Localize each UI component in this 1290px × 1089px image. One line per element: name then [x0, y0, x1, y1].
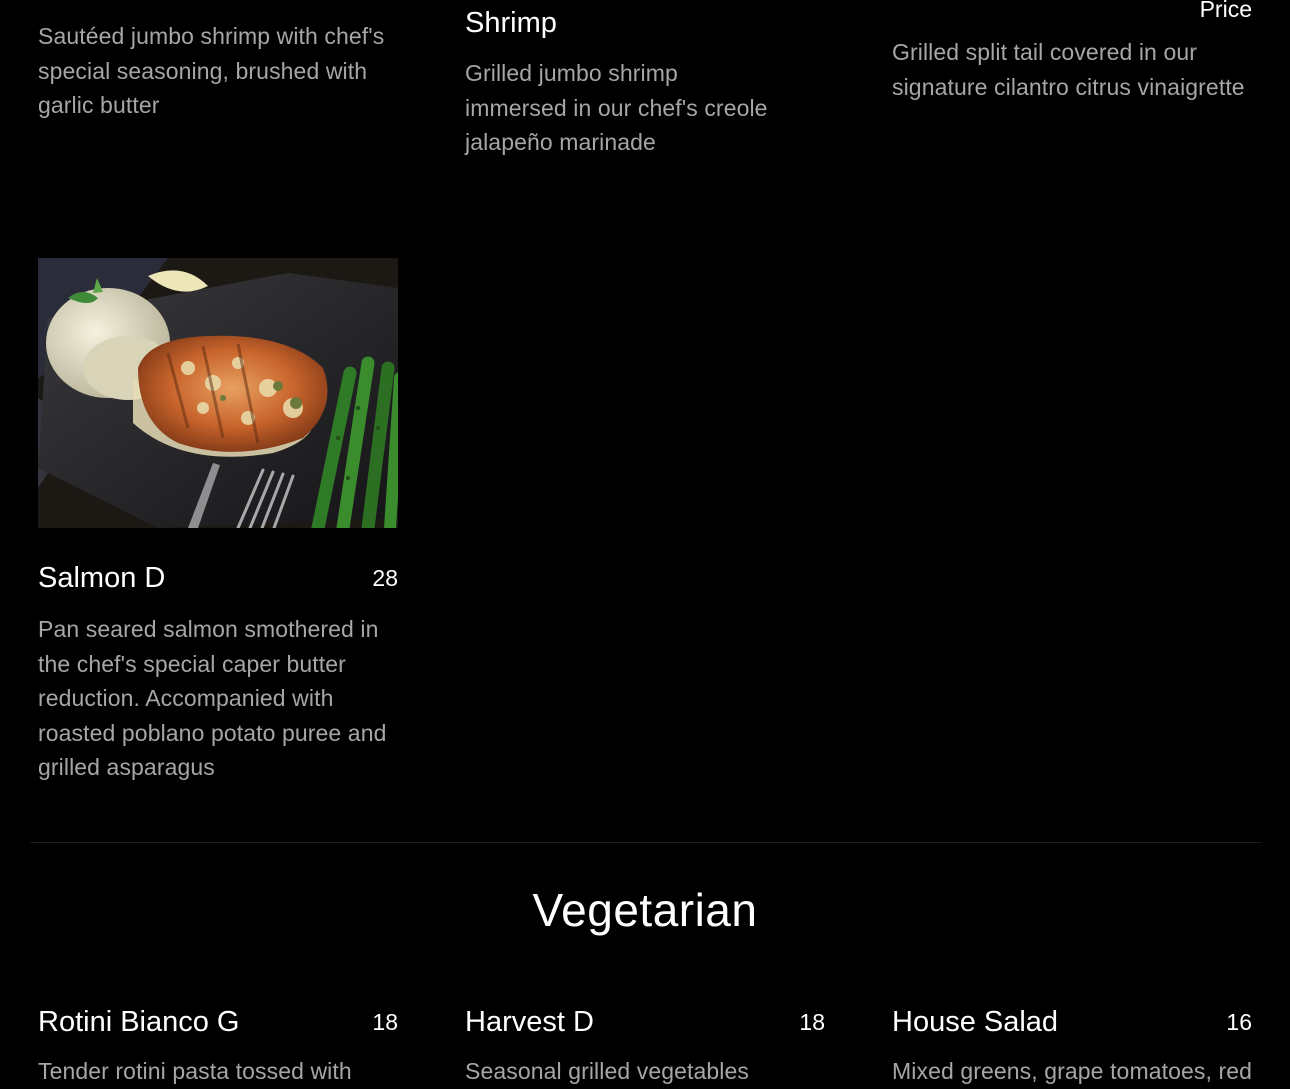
item-description: Mixed greens, grape tomatoes, red — [892, 1058, 1252, 1084]
item-description: Tender rotini pasta tossed with — [38, 1058, 352, 1084]
salmon-plate-illustration — [38, 258, 398, 528]
item-price: 16 — [1226, 1009, 1252, 1035]
salmon-dish-photo — [38, 258, 398, 528]
item-description: Pan seared salmon smothered in the chef'… — [38, 616, 387, 780]
item-price: Price — [1199, 0, 1252, 22]
section-title: Vegetarian — [532, 884, 758, 936]
item-name: House Salad — [892, 1006, 1059, 1038]
item-name: Salmon D — [38, 562, 166, 594]
item-description: Grilled jumbo shrimp immersed in our che… — [465, 60, 768, 155]
item-description: Seasonal grilled vegetables — [465, 1058, 750, 1084]
item-name: Shrimp — [465, 7, 557, 39]
item-description: Sautéed jumbo shrimp with chef's special… — [38, 23, 385, 118]
item-price: 18 — [799, 1009, 825, 1035]
item-name: Rotini Bianco G — [38, 1006, 240, 1038]
item-price: 18 — [372, 1009, 398, 1035]
section-divider — [30, 842, 1262, 843]
item-price: 28 — [372, 565, 398, 591]
item-name: Harvest D — [465, 1006, 594, 1038]
item-description: Grilled split tail covered in our signat… — [892, 39, 1245, 100]
